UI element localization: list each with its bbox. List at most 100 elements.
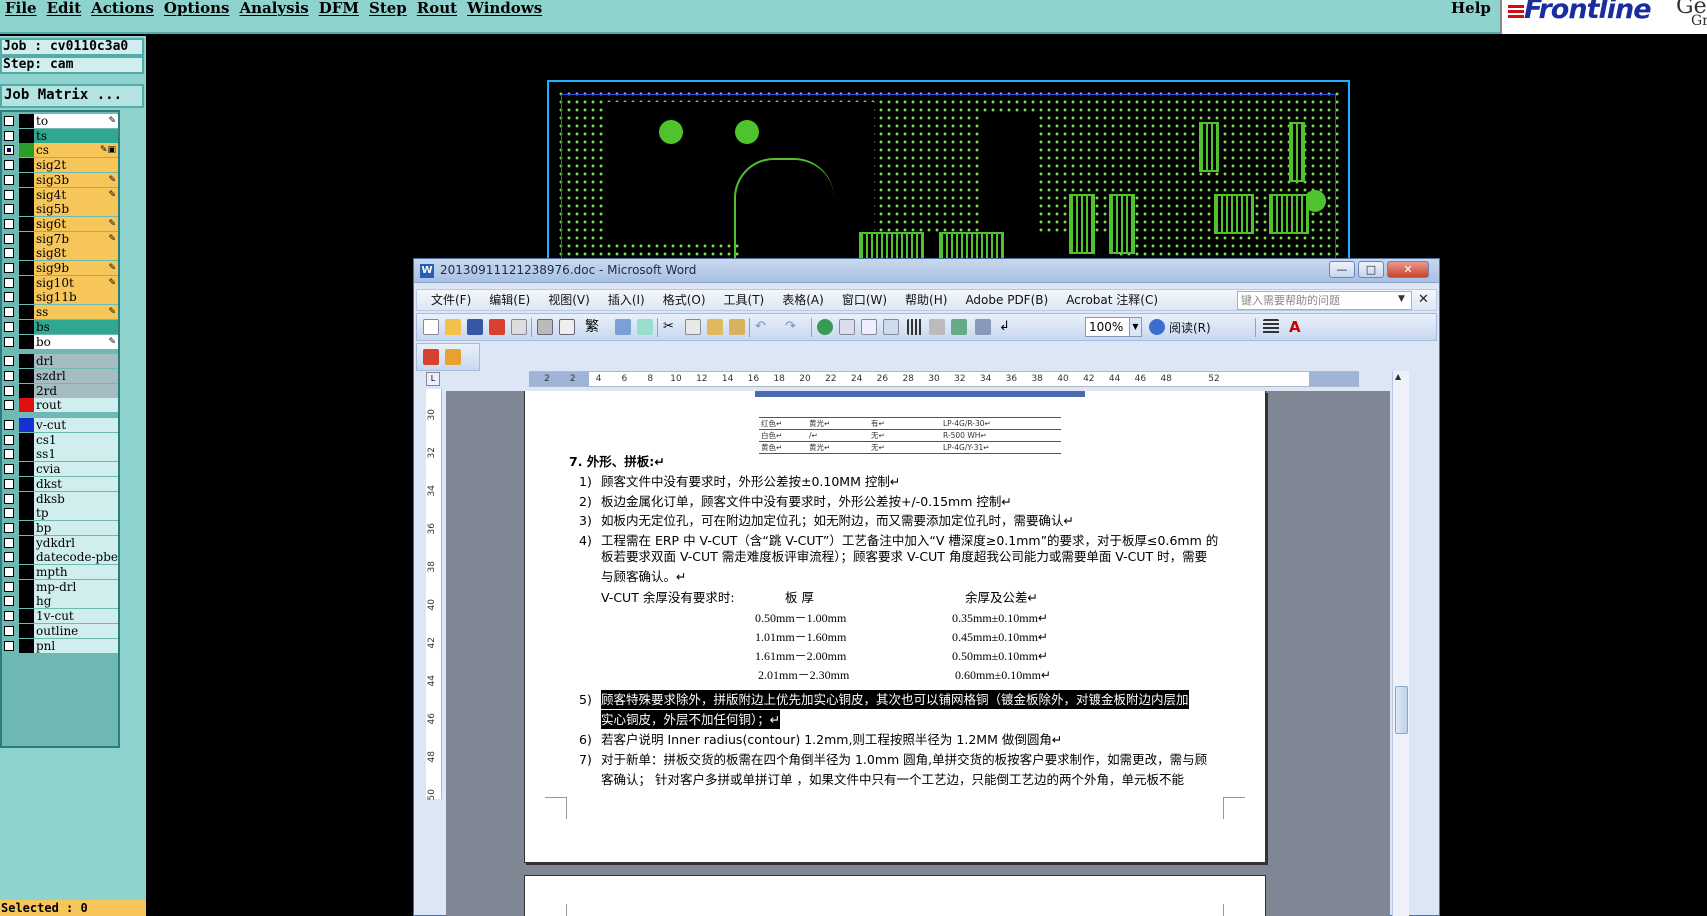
help-icon[interactable] bbox=[1149, 319, 1165, 335]
layer-color-swatch[interactable] bbox=[19, 520, 34, 535]
layer-checkbox[interactable] bbox=[4, 356, 14, 367]
layer-row[interactable]: rout bbox=[2, 398, 118, 413]
layer-name[interactable]: bs bbox=[34, 319, 118, 334]
layer-name[interactable]: sig10t bbox=[34, 275, 118, 290]
layer-checkbox[interactable] bbox=[4, 434, 14, 445]
word-titlebar[interactable]: W 20130911121238976.doc - Microsoft Word… bbox=[414, 259, 1439, 283]
font-color-icon[interactable]: A bbox=[1289, 319, 1305, 335]
scroll-up-icon[interactable]: ▲ bbox=[1395, 372, 1401, 381]
layer-row[interactable]: tp bbox=[2, 506, 118, 521]
document-map-icon[interactable] bbox=[951, 319, 967, 335]
layer-checkbox[interactable] bbox=[4, 248, 14, 259]
word-menu-item[interactable]: 视图(V) bbox=[548, 292, 590, 309]
layer-color-swatch[interactable] bbox=[19, 290, 34, 305]
layer-checkbox[interactable] bbox=[4, 189, 14, 200]
save-icon[interactable] bbox=[467, 319, 483, 335]
layer-color-swatch[interactable] bbox=[19, 594, 34, 609]
layer-checkbox[interactable] bbox=[4, 336, 14, 347]
menu-options[interactable]: Options bbox=[163, 0, 239, 20]
layer-checkbox[interactable] bbox=[4, 218, 14, 229]
layer-color-swatch[interactable] bbox=[19, 491, 34, 506]
layer-name[interactable]: ss bbox=[34, 305, 118, 320]
layer-name[interactable]: cs1 bbox=[34, 432, 118, 447]
menu-windows[interactable]: Windows bbox=[466, 0, 551, 20]
layer-color-swatch[interactable] bbox=[19, 334, 34, 349]
layer-row[interactable]: sig4t ✎ bbox=[2, 187, 118, 202]
layer-checkbox[interactable] bbox=[4, 130, 14, 141]
layer-name[interactable]: sig11b bbox=[34, 290, 118, 305]
layer-color-swatch[interactable] bbox=[19, 158, 34, 173]
menu-step[interactable]: Step bbox=[368, 0, 416, 20]
layer-row[interactable]: sig2t bbox=[2, 158, 118, 173]
layer-name[interactable]: mp-drl bbox=[34, 579, 118, 594]
layer-name[interactable]: ss1 bbox=[34, 447, 118, 462]
cut-icon[interactable]: ✂ bbox=[663, 319, 679, 335]
layer-row[interactable]: mp-drl bbox=[2, 579, 118, 594]
layer-checkbox[interactable] bbox=[4, 204, 14, 215]
layer-checkbox[interactable] bbox=[4, 174, 14, 185]
layer-name[interactable]: datecode-pbe bbox=[34, 550, 118, 565]
layer-checkbox[interactable] bbox=[4, 611, 14, 622]
paste-icon[interactable] bbox=[707, 319, 723, 335]
layer-name[interactable]: rout bbox=[34, 398, 118, 413]
research-icon[interactable] bbox=[637, 319, 653, 335]
layer-color-swatch[interactable] bbox=[19, 432, 34, 447]
layer-row[interactable]: 1v-cut bbox=[2, 609, 118, 624]
new-document-icon[interactable] bbox=[423, 319, 439, 335]
layer-row[interactable]: hg bbox=[2, 594, 118, 609]
layer-row[interactable]: ss1 bbox=[2, 447, 118, 462]
layer-checkbox[interactable] bbox=[4, 567, 14, 577]
help-search-input[interactable]: 键入需要帮助的问题 bbox=[1237, 291, 1412, 310]
layer-color-swatch[interactable] bbox=[19, 354, 34, 369]
layer-name[interactable]: bp bbox=[34, 520, 118, 535]
layer-checkbox[interactable] bbox=[4, 385, 14, 396]
layer-name[interactable]: cvia bbox=[34, 462, 118, 477]
layer-name[interactable]: v-cut bbox=[34, 418, 118, 432]
layer-name[interactable]: tp bbox=[34, 506, 118, 521]
layer-name[interactable]: dkst bbox=[34, 476, 118, 491]
layer-row[interactable]: bo ✎ bbox=[2, 334, 118, 349]
minimize-icon[interactable]: — bbox=[1329, 261, 1355, 278]
layer-color-swatch[interactable] bbox=[19, 476, 34, 491]
layer-name[interactable]: sig4t bbox=[34, 187, 118, 202]
layer-row[interactable]: ts bbox=[2, 128, 118, 143]
layer-color-swatch[interactable] bbox=[19, 187, 34, 202]
layer-name[interactable]: dksb bbox=[34, 491, 118, 506]
layer-color-swatch[interactable] bbox=[19, 246, 34, 261]
layer-color-swatch[interactable] bbox=[19, 305, 34, 320]
layer-name[interactable]: sig7b bbox=[34, 231, 118, 246]
word-menu-item[interactable]: Adobe PDF(B) bbox=[965, 292, 1048, 309]
layer-row[interactable]: cs ✎▣ bbox=[2, 143, 118, 158]
layer-row[interactable]: sig7b ✎ bbox=[2, 231, 118, 246]
chevron-down-icon[interactable]: ▼ bbox=[1398, 294, 1405, 304]
layer-color-swatch[interactable] bbox=[19, 609, 34, 624]
layer-name[interactable]: sig9b bbox=[34, 261, 118, 275]
close-icon[interactable]: ✕ bbox=[1387, 261, 1429, 278]
layer-name[interactable]: sig3b bbox=[34, 172, 118, 187]
layer-color-swatch[interactable] bbox=[19, 319, 34, 334]
layer-color-swatch[interactable] bbox=[19, 216, 34, 231]
layer-color-swatch[interactable] bbox=[19, 172, 34, 187]
menu-rout[interactable]: Rout bbox=[416, 0, 466, 20]
layer-name[interactable]: sig2t bbox=[34, 158, 118, 173]
paragraph-mark-icon[interactable]: ↲ bbox=[999, 319, 1015, 335]
layer-color-swatch[interactable] bbox=[19, 383, 34, 398]
read-mode-button[interactable]: 阅读(R) bbox=[1169, 319, 1211, 336]
layer-color-swatch[interactable] bbox=[19, 368, 34, 383]
help-menu[interactable]: Help bbox=[1451, 0, 1491, 17]
layer-checkbox[interactable] bbox=[4, 321, 14, 332]
convert-to-pdf-icon[interactable] bbox=[423, 349, 439, 365]
word-menu-item[interactable]: 窗口(W) bbox=[842, 292, 887, 309]
layer-row[interactable]: v-cut bbox=[2, 418, 118, 432]
layer-color-swatch[interactable] bbox=[19, 462, 34, 477]
traditional-chinese-icon[interactable]: 繁 bbox=[585, 319, 607, 335]
document-page[interactable]: 红色↵ 黄光↵ 有↵ LP-4G/R-30↵ 白色↵/↵ 无↵ R-500 WH↵ 黄色↵ 黄光… bbox=[524, 391, 1266, 863]
word-menu-item[interactable]: 表格(A) bbox=[782, 292, 824, 309]
layer-row[interactable]: sig6t ✎ bbox=[2, 216, 118, 231]
layer-color-swatch[interactable] bbox=[19, 418, 34, 432]
menu-file[interactable]: File bbox=[4, 0, 46, 20]
menu-edit[interactable]: Edit bbox=[46, 0, 91, 20]
menu-analysis[interactable]: Analysis bbox=[238, 0, 317, 20]
layer-name[interactable]: szdrl bbox=[34, 368, 118, 383]
pdf-email-icon[interactable] bbox=[445, 349, 461, 365]
